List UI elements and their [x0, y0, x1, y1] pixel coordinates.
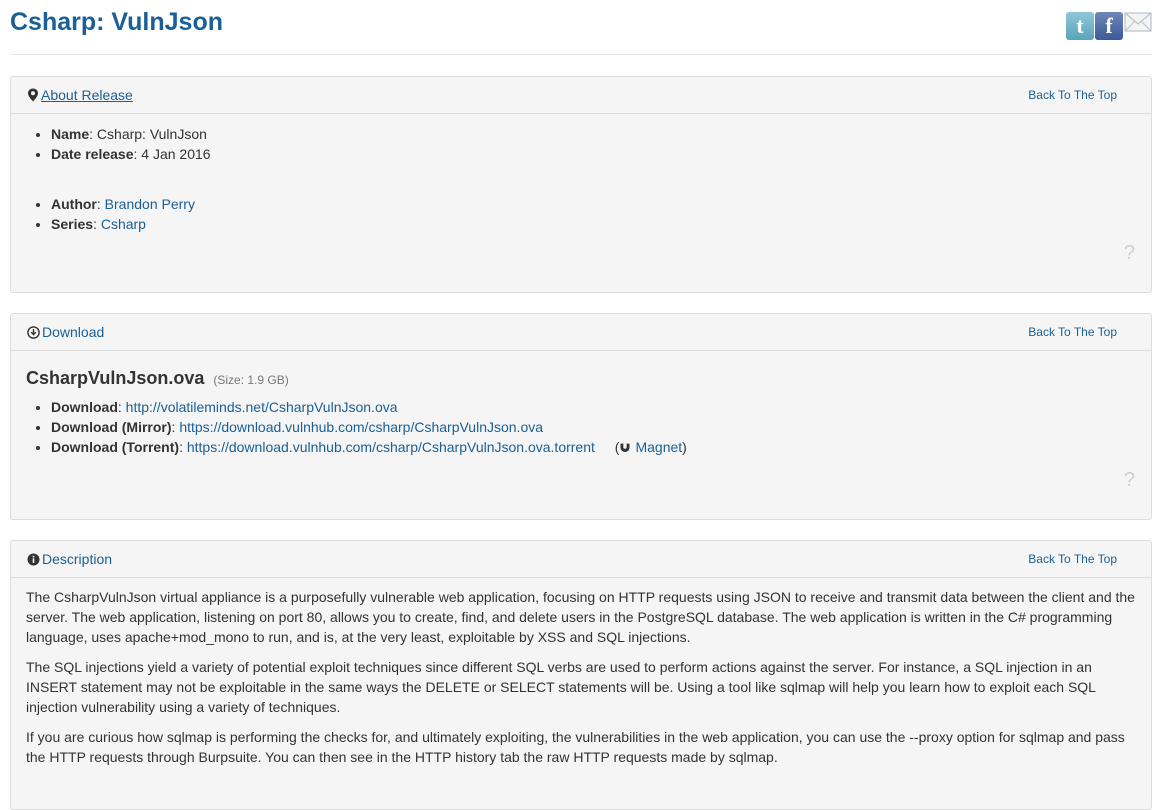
download-body: CsharpVulnJson.ova (Size: 1.9 GB) Downlo…: [11, 351, 1151, 519]
back-to-top-link[interactable]: Back To The Top: [1028, 552, 1117, 566]
page-title: Csharp: VulnJson: [10, 8, 223, 36]
torrent-label: Download (Torrent): [51, 439, 180, 455]
twitter-share-button[interactable]: t: [1066, 12, 1094, 40]
download-circle-icon: [27, 325, 40, 339]
description-heading: Description Back To The Top: [11, 541, 1151, 578]
author-info-list: Author: Brandon Perry Series: Csharp: [26, 194, 1136, 234]
list-item: Download (Torrent): https://download.vul…: [51, 437, 1136, 458]
release-info-list: Name: Csharp: VulnJson Date release: 4 J…: [26, 124, 1136, 164]
facebook-icon: f: [1105, 13, 1113, 38]
email-share-button[interactable]: [1124, 12, 1152, 32]
facebook-share-button[interactable]: f: [1095, 12, 1123, 40]
magnet-wrapper: (Magnet): [615, 439, 687, 455]
back-to-top-link[interactable]: Back To The Top: [1028, 325, 1117, 339]
list-item: Name: Csharp: VulnJson: [51, 124, 1136, 144]
author-link[interactable]: Brandon Perry: [105, 196, 195, 212]
about-release-panel: About Release Back To The Top Name: Csha…: [10, 76, 1152, 293]
magnet-icon: [619, 438, 631, 458]
magnet-link[interactable]: Magnet: [619, 439, 682, 455]
file-title: CsharpVulnJson.ova (Size: 1.9 GB): [26, 368, 1136, 389]
download-label: Download: [51, 399, 118, 415]
help-icon[interactable]: ?: [1124, 469, 1135, 492]
help-icon[interactable]: ?: [1124, 242, 1135, 265]
description-body: The CsharpVulnJson virtual appliance is …: [11, 578, 1151, 787]
file-name: CsharpVulnJson.ova: [26, 368, 205, 388]
list-item: Download (Mirror): https://download.vuln…: [51, 417, 1136, 437]
name-label: Name: [51, 126, 90, 142]
author-label: Author: [51, 196, 97, 212]
about-release-body: Name: Csharp: VulnJson Date release: 4 J…: [11, 114, 1151, 292]
list-item: Series: Csharp: [51, 214, 1136, 234]
share-buttons: t f: [1066, 12, 1152, 40]
list-item: Download: http://volatileminds.net/Cshar…: [51, 397, 1136, 417]
info-circle-icon: [27, 553, 40, 566]
download-heading: Download Back To The Top: [11, 314, 1151, 351]
download-panel: Download Back To The Top CsharpVulnJson.…: [10, 313, 1152, 520]
list-item: Date release: 4 Jan 2016: [51, 144, 1136, 164]
mirror-url-link[interactable]: https://download.vulnhub.com/csharp/Csha…: [179, 419, 543, 435]
mail-icon: [1124, 12, 1152, 32]
name-value: Csharp: VulnJson: [96, 126, 207, 142]
back-to-top-link[interactable]: Back To The Top: [1028, 88, 1117, 102]
description-paragraph: If you are curious how sqlmap is perform…: [26, 729, 1125, 765]
series-link[interactable]: Csharp: [101, 216, 146, 232]
magnet-label: Magnet: [635, 439, 683, 455]
about-release-link[interactable]: About Release: [41, 87, 133, 103]
file-size: (Size: 1.9 GB): [213, 373, 289, 387]
list-item: Author: Brandon Perry: [51, 194, 1136, 214]
download-links-list: Download: http://volatileminds.net/Cshar…: [26, 397, 1136, 458]
about-release-heading: About Release Back To The Top: [11, 77, 1151, 114]
date-label: Date release: [51, 146, 134, 162]
mirror-label: Download (Mirror): [51, 419, 172, 435]
twitter-icon: t: [1076, 13, 1084, 38]
description-paragraph: The SQL injections yield a variety of po…: [26, 659, 1096, 715]
page-header: Csharp: VulnJson t f: [10, 0, 1152, 55]
download-link[interactable]: Download: [42, 324, 104, 340]
torrent-url-link[interactable]: https://download.vulnhub.com/csharp/Csha…: [187, 439, 595, 455]
date-value: 4 Jan 2016: [141, 146, 211, 162]
series-label: Series: [51, 216, 94, 232]
description-link[interactable]: Description: [42, 551, 112, 567]
description-panel: Description Back To The Top The CsharpVu…: [10, 540, 1152, 810]
download-url-link[interactable]: http://volatileminds.net/CsharpVulnJson.…: [126, 399, 398, 415]
description-paragraph: The CsharpVulnJson virtual appliance is …: [26, 589, 1135, 645]
map-marker-icon: [27, 88, 39, 102]
